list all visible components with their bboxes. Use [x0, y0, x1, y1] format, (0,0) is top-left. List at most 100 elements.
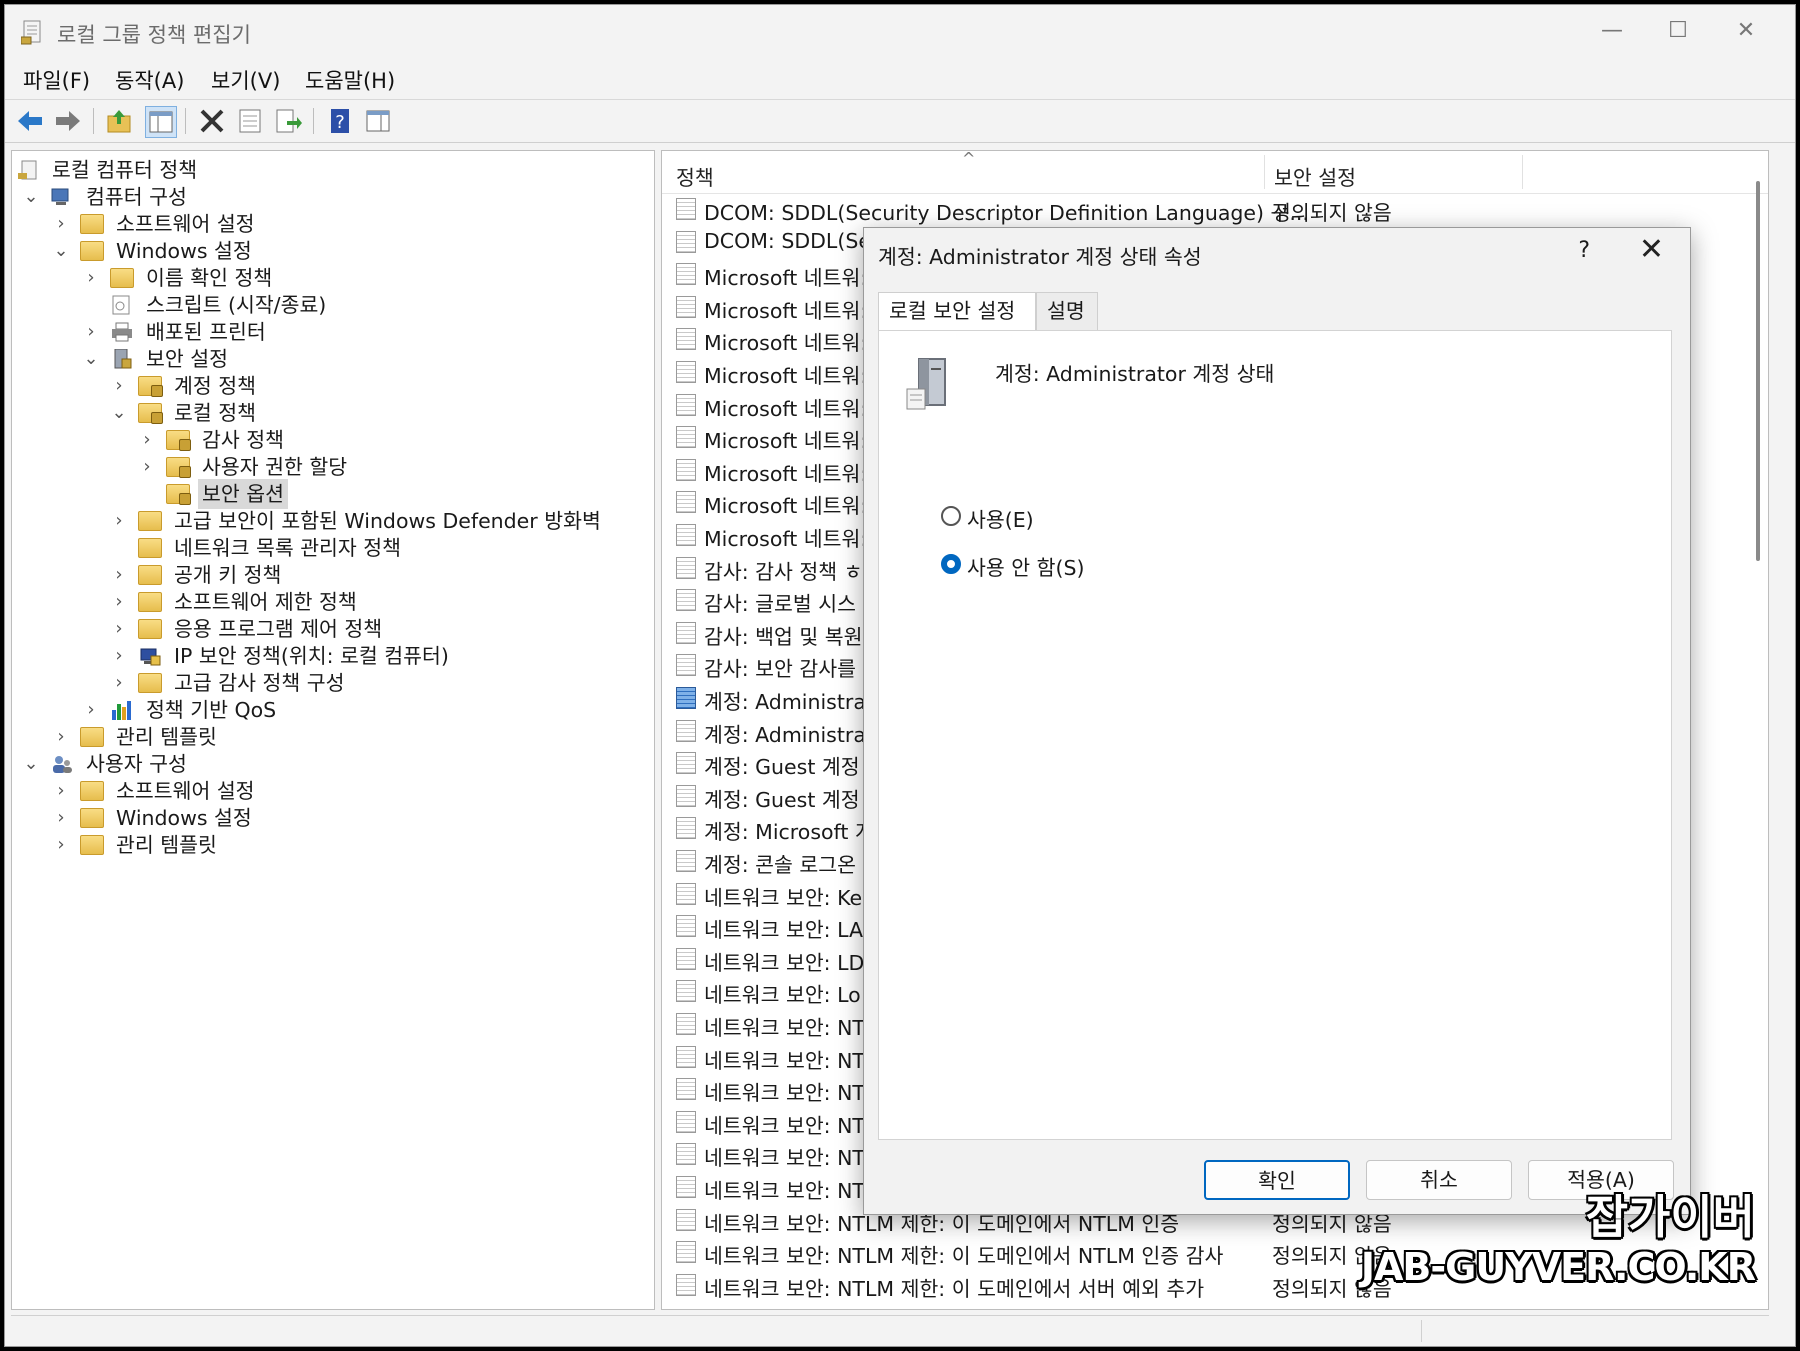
policy-item-icon: [676, 556, 696, 579]
forward-icon[interactable]: [53, 106, 83, 136]
tab-panel: 계정: Administrator 계정 상태 사용(E) 사용 안 함(S): [878, 330, 1672, 1140]
status-bar: [11, 1315, 1769, 1346]
tree-label: 사용자 권한 할당: [202, 455, 348, 479]
chevron-right-icon[interactable]: ›: [136, 425, 158, 455]
column-divider[interactable]: [1522, 155, 1523, 189]
tree-label: 배포된 프린터: [146, 320, 266, 344]
chevron-right-icon[interactable]: ›: [108, 506, 130, 536]
chevron-right-icon[interactable]: ›: [50, 722, 72, 752]
chevron-right-icon[interactable]: ›: [80, 695, 102, 725]
folder-icon: [80, 835, 104, 855]
radio-circle[interactable]: [941, 506, 961, 526]
policy-name: 네트워크 보안: NT: [704, 1179, 865, 1203]
chevron-right-icon[interactable]: ›: [50, 803, 72, 833]
ok-button[interactable]: 확인: [1204, 1160, 1350, 1200]
chevron-right-icon[interactable]: ›: [50, 830, 72, 860]
policy-row[interactable]: DCOM: SDDL(Security Descriptor Definitio…: [662, 193, 1768, 225]
radio-circle[interactable]: [941, 554, 961, 574]
folder-icon: [80, 781, 104, 801]
toolbar-separator: [313, 108, 314, 134]
chevron-right-icon[interactable]: ›: [50, 209, 72, 239]
policy-item-icon: [676, 589, 696, 612]
chevron-right-icon[interactable]: ›: [80, 263, 102, 293]
server-policy-icon: [906, 358, 946, 410]
computer-icon: [51, 188, 69, 205]
status-divider: [1421, 1320, 1422, 1342]
tree-label: 로컬 컴퓨터 정책: [52, 158, 198, 182]
tab-explain[interactable]: 설명: [1036, 292, 1098, 330]
menu-view[interactable]: 보기(V): [211, 65, 280, 95]
policy-name: 네트워크 보안: NT: [704, 1146, 865, 1171]
policy-item-icon: [676, 491, 696, 514]
ip-security-icon: [140, 648, 161, 666]
chevron-right-icon[interactable]: ›: [80, 317, 102, 347]
folder-icon: [138, 511, 162, 531]
column-header-setting[interactable]: 보안 설정: [1274, 161, 1356, 191]
chevron-down-icon[interactable]: ⌄: [108, 398, 130, 428]
tab-local-security-setting[interactable]: 로컬 보안 설정: [878, 292, 1036, 332]
action-pane-icon[interactable]: [363, 106, 393, 136]
policy-item-icon: [676, 426, 696, 449]
cancel-button[interactable]: 취소: [1366, 1160, 1512, 1200]
locked-folder-icon: [166, 430, 191, 451]
tree-label: 응용 프로그램 제어 정책: [174, 617, 383, 641]
show-hide-tree-icon[interactable]: [145, 106, 177, 138]
chevron-right-icon[interactable]: ›: [136, 452, 158, 482]
policy-name: 네트워크 보안: NT: [704, 1016, 865, 1040]
help-button[interactable]: ?: [1578, 238, 1590, 263]
menu-file[interactable]: 파일(F): [23, 65, 90, 95]
dialog-close-button[interactable]: ✕: [1639, 232, 1664, 267]
policy-name: 네트워크 보안: NT: [704, 1048, 865, 1073]
maximize-button[interactable]: ☐: [1645, 11, 1711, 51]
tree-label: 소프트웨어 설정: [116, 212, 255, 236]
chevron-right-icon[interactable]: ›: [108, 560, 130, 590]
menu-help[interactable]: 도움말(H): [305, 65, 395, 95]
close-button[interactable]: ✕: [1713, 11, 1779, 51]
chevron-down-icon[interactable]: ⌄: [50, 236, 72, 266]
help-icon[interactable]: ?: [325, 106, 355, 136]
folder-icon: [110, 268, 134, 288]
policy-item-icon: [676, 1273, 696, 1296]
locked-folder-icon: [138, 403, 163, 424]
policy-name: 감사: 보안 감사를: [704, 657, 856, 682]
chevron-down-icon[interactable]: ⌄: [20, 182, 42, 212]
back-icon[interactable]: [15, 106, 45, 136]
policy-name: 감사: 글로벌 시스: [704, 592, 856, 617]
policy-item-icon: [676, 1176, 696, 1198]
minimize-button[interactable]: —: [1579, 11, 1645, 51]
column-divider[interactable]: [1264, 155, 1265, 189]
chevron-right-icon[interactable]: ›: [108, 641, 130, 671]
policy-item-icon: [676, 1045, 696, 1068]
chevron-right-icon[interactable]: ›: [108, 587, 130, 617]
tree-label: 계정 정책: [174, 374, 256, 398]
chevron-down-icon[interactable]: ⌄: [80, 344, 102, 374]
folder-icon: [138, 619, 162, 639]
policy-name: Microsoft 네트워:: [704, 331, 868, 356]
console-tree: 로컬 컴퓨터 정책 ⌄ 컴퓨터 구성 › 소프트웨어 설정 ⌄ Windows …: [11, 150, 655, 1310]
properties-icon[interactable]: [235, 106, 265, 136]
policy-item-icon: [676, 882, 696, 905]
vertical-scrollbar[interactable]: [1756, 181, 1760, 561]
policy-item-icon: [676, 524, 696, 546]
policy-name: 계정: Administrat: [704, 722, 874, 747]
up-folder-icon[interactable]: [105, 106, 135, 136]
folder-icon: [138, 592, 162, 612]
chevron-right-icon[interactable]: ›: [50, 776, 72, 806]
policy-item-icon: [676, 1143, 696, 1166]
column-header-policy[interactable]: 정책: [676, 161, 714, 191]
export-list-icon[interactable]: [273, 106, 303, 136]
policy-name: Microsoft 네트워:: [704, 364, 868, 388]
tree-label: 사용자 구성: [86, 752, 187, 776]
chevron-right-icon[interactable]: ›: [108, 614, 130, 644]
delete-icon[interactable]: [197, 106, 227, 136]
menu-action[interactable]: 동작(A): [115, 65, 184, 95]
chevron-right-icon[interactable]: ›: [108, 668, 130, 698]
chevron-right-icon[interactable]: ›: [108, 371, 130, 401]
folder-icon: [80, 727, 104, 747]
policy-name: 네트워크 보안: Lo: [704, 983, 861, 1008]
policy-item-icon: [676, 621, 696, 644]
locked-folder-icon: [166, 457, 191, 478]
chevron-down-icon[interactable]: ⌄: [20, 749, 42, 779]
tree-label: 관리 템플릿: [116, 725, 217, 749]
window-title: 로컬 그룹 정책 편집기: [57, 23, 251, 47]
